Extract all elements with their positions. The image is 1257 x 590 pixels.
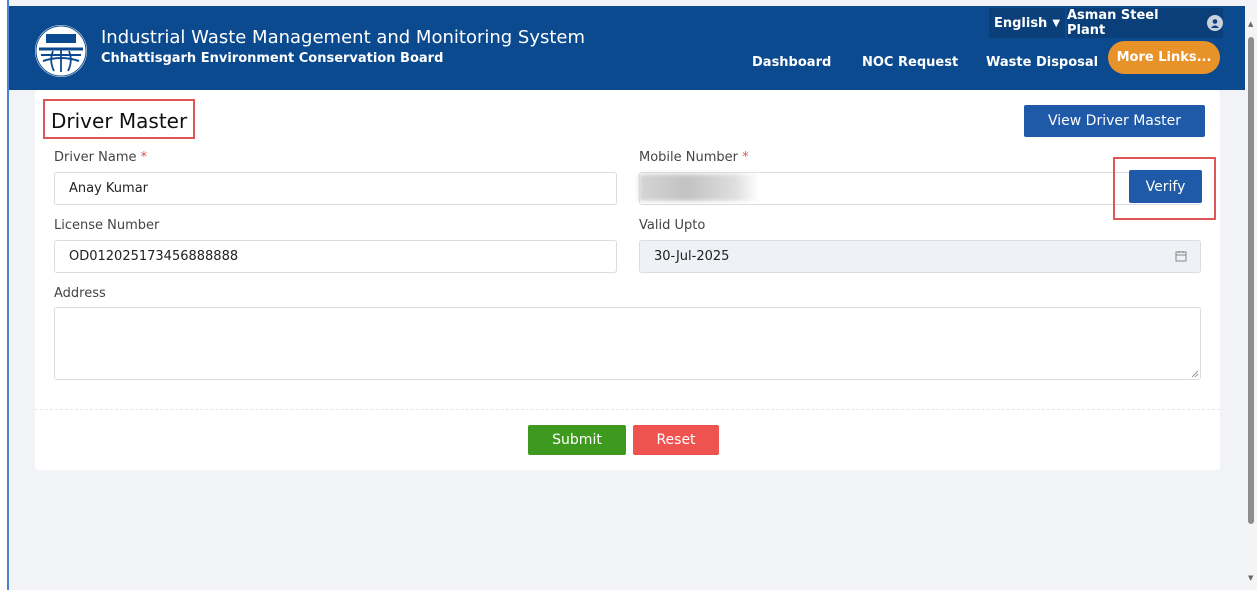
scroll-down-arrow-icon[interactable]: ▼ (1248, 574, 1253, 582)
mobile-number-label: Mobile Number * (639, 150, 749, 165)
scroll-up-arrow-icon[interactable]: ▲ (1248, 20, 1253, 28)
license-number-input[interactable]: OD012025173456888888 (54, 240, 617, 273)
address-textarea[interactable] (54, 307, 1201, 380)
top-utility-bar: English ▼ Asman Steel Plant (989, 8, 1223, 38)
address-label: Address (54, 286, 106, 301)
resize-handle-icon[interactable] (1191, 370, 1199, 378)
mobile-number-label-text: Mobile Number (639, 150, 738, 165)
user-name: Asman Steel Plant (1067, 8, 1159, 38)
nav-dashboard[interactable]: Dashboard (752, 55, 831, 77)
app-header: Industrial Waste Management and Monitori… (9, 6, 1245, 90)
page-title: Driver Master (43, 99, 195, 139)
valid-upto-date-input[interactable]: 30-Jul-2025 (639, 240, 1201, 273)
submit-button[interactable]: Submit (528, 425, 626, 455)
reset-button[interactable]: Reset (633, 425, 719, 455)
page-scrollbar[interactable]: ▲ ▼ (1245, 6, 1257, 590)
driver-name-label-text: Driver Name (54, 150, 137, 165)
language-selector[interactable]: English ▼ (989, 8, 1065, 38)
app-subtitle: Chhattisgarh Environment Conservation Bo… (101, 51, 444, 66)
calendar-icon[interactable] (1175, 250, 1187, 262)
app-title: Industrial Waste Management and Monitori… (101, 27, 586, 48)
license-number-label: License Number (54, 218, 160, 233)
verify-button[interactable]: Verify (1129, 170, 1202, 203)
chevron-down-icon: ▼ (1052, 17, 1061, 29)
language-label: English (993, 15, 1048, 31)
nav-noc-request[interactable]: NOC Request (862, 55, 958, 77)
form-divider (35, 409, 1220, 410)
driver-master-card: Driver Master View Driver Master Driver … (35, 90, 1220, 470)
nav-waste-disposal[interactable]: Waste Disposal (986, 55, 1098, 77)
user-avatar-icon (1207, 15, 1223, 31)
view-driver-master-button[interactable]: View Driver Master (1024, 105, 1205, 137)
user-menu[interactable]: Asman Steel Plant (1067, 8, 1223, 38)
scrollbar-thumb[interactable] (1248, 37, 1254, 524)
board-logo-icon (35, 25, 87, 77)
more-links-button[interactable]: More Links... (1108, 41, 1220, 74)
redacted-mobile-number (639, 174, 759, 201)
driver-name-input[interactable]: Anay Kumar (54, 172, 617, 205)
required-mark: * (140, 150, 148, 165)
required-mark: * (742, 150, 749, 165)
valid-upto-label: Valid Upto (639, 218, 706, 233)
window-left-border (0, 0, 9, 590)
driver-name-label: Driver Name * (54, 150, 147, 165)
